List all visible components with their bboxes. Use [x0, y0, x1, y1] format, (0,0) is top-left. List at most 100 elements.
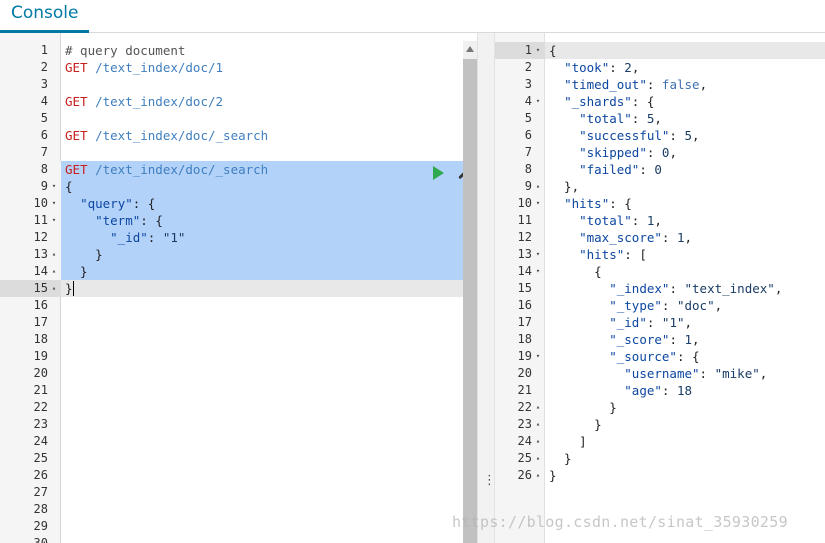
- code-text[interactable]: [61, 399, 463, 416]
- fold-open-icon[interactable]: ▾: [50, 195, 58, 212]
- code-text[interactable]: "total": 5,: [545, 110, 825, 127]
- code-text[interactable]: "_type": "doc",: [545, 297, 825, 314]
- fold-open-icon[interactable]: ▾: [534, 263, 542, 280]
- request-line[interactable]: 10 ▾ "query": {: [0, 195, 463, 212]
- request-line[interactable]: 2 GET /text_index/doc/1: [0, 59, 463, 76]
- request-line[interactable]: 12 "_id": "1": [0, 229, 463, 246]
- code-text[interactable]: "_source": {: [545, 348, 825, 365]
- code-text[interactable]: [61, 331, 463, 348]
- code-text[interactable]: "hits": [: [545, 246, 825, 263]
- code-text[interactable]: }: [545, 467, 825, 484]
- response-line[interactable]: 17 "_id": "1",: [495, 314, 825, 331]
- fold-close-icon[interactable]: ▴: [50, 280, 58, 297]
- code-text[interactable]: "skipped": 0,: [545, 144, 825, 161]
- request-line[interactable]: 26: [0, 467, 463, 484]
- response-line[interactable]: 19 ▾ "_source": {: [495, 348, 825, 365]
- code-text[interactable]: "username": "mike",: [545, 365, 825, 382]
- code-text[interactable]: "_shards": {: [545, 93, 825, 110]
- request-line[interactable]: 4 GET /text_index/doc/2: [0, 93, 463, 110]
- code-text[interactable]: {: [545, 263, 825, 280]
- fold-close-icon[interactable]: ▴: [534, 399, 542, 416]
- code-text[interactable]: "took": 2,: [545, 59, 825, 76]
- fold-close-icon[interactable]: ▴: [534, 433, 542, 450]
- code-text[interactable]: [61, 382, 463, 399]
- fold-close-icon[interactable]: ▴: [534, 467, 542, 484]
- tab-console[interactable]: Console: [0, 0, 89, 33]
- play-icon[interactable]: [433, 166, 444, 180]
- code-text[interactable]: }: [61, 246, 463, 263]
- response-line[interactable]: 5 "total": 5,: [495, 110, 825, 127]
- request-line[interactable]: 5: [0, 110, 463, 127]
- request-line[interactable]: 24: [0, 433, 463, 450]
- code-text[interactable]: "term": {: [61, 212, 463, 229]
- code-text[interactable]: }: [545, 450, 825, 467]
- code-text[interactable]: }: [545, 399, 825, 416]
- request-line[interactable]: 16: [0, 297, 463, 314]
- request-line[interactable]: 15 ▴}: [0, 280, 463, 297]
- response-line[interactable]: 6 "successful": 5,: [495, 127, 825, 144]
- code-text[interactable]: [61, 314, 463, 331]
- pane-resizer[interactable]: ⋮: [477, 33, 496, 543]
- fold-open-icon[interactable]: ▾: [50, 178, 58, 195]
- response-line[interactable]: 11 "total": 1,: [495, 212, 825, 229]
- code-text[interactable]: [61, 144, 463, 161]
- code-text[interactable]: "timed_out": false,: [545, 76, 825, 93]
- code-text[interactable]: [61, 297, 463, 314]
- code-text[interactable]: },: [545, 178, 825, 195]
- code-text[interactable]: [61, 535, 463, 543]
- fold-open-icon[interactable]: ▾: [534, 42, 542, 59]
- request-line[interactable]: 20: [0, 365, 463, 382]
- request-line[interactable]: 11 ▾ "term": {: [0, 212, 463, 229]
- code-text[interactable]: ]: [545, 433, 825, 450]
- response-line[interactable]: 20 "username": "mike",: [495, 365, 825, 382]
- request-line[interactable]: 13 ▴ }: [0, 246, 463, 263]
- fold-close-icon[interactable]: ▴: [534, 178, 542, 195]
- code-text[interactable]: [61, 433, 463, 450]
- code-text[interactable]: {: [61, 178, 463, 195]
- response-line[interactable]: 3 "timed_out": false,: [495, 76, 825, 93]
- request-scrollbar[interactable]: [463, 41, 477, 543]
- code-text[interactable]: "_index": "text_index",: [545, 280, 825, 297]
- request-line[interactable]: 18: [0, 331, 463, 348]
- response-lines[interactable]: 1 ▾{2 "took": 2, 3 "timed_out": false, 4 ▾ "…: [495, 42, 825, 484]
- request-line[interactable]: 7: [0, 144, 463, 161]
- fold-close-icon[interactable]: ▴: [50, 263, 58, 280]
- response-line[interactable]: 16 "_type": "doc",: [495, 297, 825, 314]
- code-text[interactable]: [61, 450, 463, 467]
- request-line[interactable]: 25: [0, 450, 463, 467]
- code-text[interactable]: [61, 501, 463, 518]
- code-text[interactable]: GET /text_index/doc/_search: [61, 161, 463, 178]
- response-line[interactable]: 4 ▾ "_shards": {: [495, 93, 825, 110]
- code-text[interactable]: "failed": 0: [545, 161, 825, 178]
- response-line[interactable]: 21 "age": 18: [495, 382, 825, 399]
- request-line[interactable]: 27: [0, 484, 463, 501]
- response-line[interactable]: 10 ▾ "hits": {: [495, 195, 825, 212]
- fold-close-icon[interactable]: ▴: [534, 416, 542, 433]
- code-text[interactable]: [61, 76, 463, 93]
- response-line[interactable]: 1 ▾{: [495, 42, 825, 59]
- code-text[interactable]: "_id": "1",: [545, 314, 825, 331]
- code-text[interactable]: # query document: [61, 42, 463, 59]
- scroll-up-icon[interactable]: [466, 46, 474, 52]
- code-text[interactable]: }: [545, 416, 825, 433]
- request-line[interactable]: 14 ▴ }: [0, 263, 463, 280]
- request-line[interactable]: 9 ▾{: [0, 178, 463, 195]
- fold-close-icon[interactable]: ▴: [50, 246, 58, 263]
- response-line[interactable]: 25 ▴ }: [495, 450, 825, 467]
- code-text[interactable]: "successful": 5,: [545, 127, 825, 144]
- fold-close-icon[interactable]: ▴: [534, 450, 542, 467]
- code-text[interactable]: [61, 348, 463, 365]
- code-text[interactable]: [61, 484, 463, 501]
- code-text[interactable]: [61, 365, 463, 382]
- code-text[interactable]: GET /text_index/doc/_search: [61, 127, 463, 144]
- fold-open-icon[interactable]: ▾: [534, 195, 542, 212]
- response-line[interactable]: 2 "took": 2,: [495, 59, 825, 76]
- code-text[interactable]: "age": 18: [545, 382, 825, 399]
- response-line[interactable]: 9 ▴ },: [495, 178, 825, 195]
- response-line[interactable]: 14 ▾ {: [495, 263, 825, 280]
- response-line[interactable]: 13 ▾ "hits": [: [495, 246, 825, 263]
- fold-open-icon[interactable]: ▾: [534, 246, 542, 263]
- response-line[interactable]: 26 ▴}: [495, 467, 825, 484]
- request-line[interactable]: 8 GET /text_index/doc/_search: [0, 161, 463, 178]
- fold-open-icon[interactable]: ▾: [534, 93, 542, 110]
